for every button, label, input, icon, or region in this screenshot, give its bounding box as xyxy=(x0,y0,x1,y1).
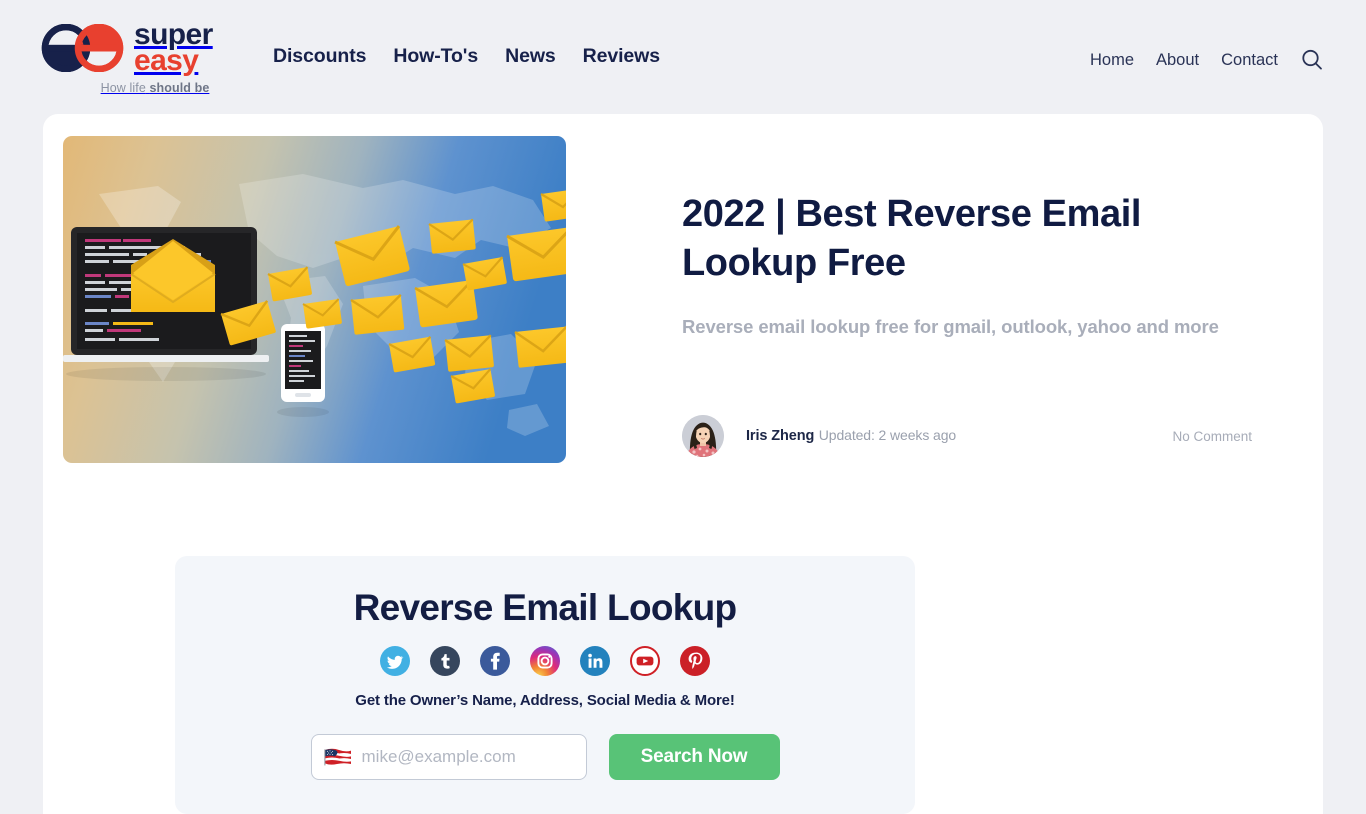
us-flag-icon xyxy=(323,747,352,767)
nav-item-reviews[interactable]: Reviews xyxy=(583,45,660,68)
author-name[interactable]: Iris Zheng xyxy=(746,428,814,444)
linkedin-icon[interactable] xyxy=(580,646,610,676)
superesay-double-e-logo-icon xyxy=(41,24,129,72)
main-navigation: Discounts How-To's News Reviews xyxy=(273,45,660,68)
widget-title: Reverse Email Lookup xyxy=(353,587,738,628)
nav-item-news[interactable]: News xyxy=(505,45,556,68)
twitter-icon[interactable] xyxy=(380,646,410,676)
widget-pitch-text: Get the Owner’s Name, Address, Social Me… xyxy=(355,692,735,709)
nav-item-about[interactable]: About xyxy=(1156,51,1199,70)
logo-tagline-bold: should be xyxy=(149,80,210,95)
article-subtitle: Reverse email lookup free for gmail, out… xyxy=(682,315,1219,337)
social-icons-row xyxy=(175,646,915,676)
search-now-button[interactable]: Search Now xyxy=(608,734,780,780)
site-logo-link[interactable]: super easy How life should be xyxy=(41,19,269,98)
comment-count-status[interactable]: No Comment xyxy=(1172,429,1252,444)
nav-item-contact[interactable]: Contact xyxy=(1221,51,1278,70)
logo-wordmark: super easy xyxy=(134,19,213,78)
byline-text-group: Iris Zheng Updated: 2 weeks ago xyxy=(746,427,956,445)
article-byline: Iris Zheng Updated: 2 weeks ago No Comme… xyxy=(682,411,1262,461)
reverse-email-lookup-widget: Reverse Email Lookup Get the Owner’s Nam… xyxy=(175,556,915,814)
site-header: super easy How life should be Discounts … xyxy=(0,0,1366,114)
article-hero-image xyxy=(63,136,566,463)
utility-navigation: Home About Contact xyxy=(1090,48,1324,72)
logo-row: super easy xyxy=(41,19,269,78)
email-input[interactable] xyxy=(361,747,567,767)
author-avatar-photo[interactable] xyxy=(682,415,724,457)
article-heading-block: 2022 | Best Reverse Email Lookup Free Re… xyxy=(682,190,1252,340)
facebook-icon[interactable] xyxy=(480,646,510,676)
instagram-icon[interactable] xyxy=(530,646,560,676)
search-icon[interactable] xyxy=(1300,48,1324,72)
nav-item-home[interactable]: Home xyxy=(1090,51,1134,70)
lookup-form: Search Now xyxy=(175,734,915,780)
logo-word-bottom: easy xyxy=(134,44,199,78)
tumblr-icon[interactable] xyxy=(430,646,460,676)
pinterest-icon[interactable] xyxy=(680,646,710,676)
article-updated-date: Updated: 2 weeks ago xyxy=(818,427,957,443)
logo-tagline: How life should be xyxy=(41,81,269,95)
nav-item-discounts[interactable]: Discounts xyxy=(273,45,366,68)
article-content-card: 2022 | Best Reverse Email Lookup Free Re… xyxy=(43,114,1323,814)
logo-tagline-light: How life xyxy=(100,80,146,95)
page-title: 2022 | Best Reverse Email Lookup Free xyxy=(682,193,1142,285)
youtube-icon[interactable] xyxy=(630,646,660,676)
nav-item-how-tos[interactable]: How-To's xyxy=(393,45,478,68)
email-input-wrapper[interactable] xyxy=(310,734,587,780)
